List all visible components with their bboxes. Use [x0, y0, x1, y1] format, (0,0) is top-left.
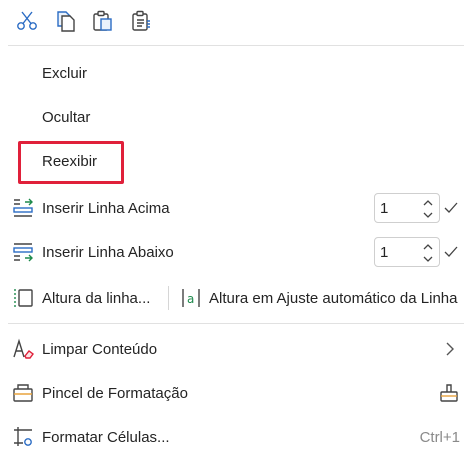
format-painter-icon — [10, 380, 36, 406]
menu-item-label: Ocultar — [42, 108, 91, 126]
menu-item-excluir[interactable]: Excluir — [0, 51, 472, 95]
format-painter-action-icon[interactable] — [436, 380, 462, 406]
copy-icon — [57, 11, 75, 32]
context-menu: Excluir Ocultar Reexibir Inserir Linha A… — [0, 0, 472, 459]
autofit-row-icon: a — [178, 285, 204, 311]
menu-item-label: Excluir — [42, 64, 88, 82]
rows-above-stepper[interactable]: 1 — [374, 193, 440, 223]
paste-icon — [93, 10, 112, 31]
menu-item-inserir-linha-abaixo[interactable]: Inserir Linha Abaixo 1 — [0, 230, 472, 274]
stepper-value: 1 — [380, 200, 389, 217]
stepper-arrows-icon[interactable] — [421, 196, 435, 222]
divider — [8, 45, 464, 46]
highlight-box — [18, 141, 124, 184]
autofit-row-button[interactable]: Altura em Ajuste automático da Linha — [209, 290, 457, 307]
row-height-button[interactable]: Altura da linha... — [42, 290, 150, 307]
stepper-value: 1 — [380, 244, 389, 261]
format-cells-icon — [10, 424, 36, 450]
cut-button[interactable] — [8, 6, 46, 36]
menu-item-label: Pincel de Formatação — [42, 384, 188, 402]
menu-item-ocultar[interactable]: Ocultar — [0, 95, 472, 139]
paste-special-icon — [132, 10, 150, 31]
insert-row-above-icon — [10, 195, 36, 221]
paste-button[interactable] — [84, 6, 122, 36]
row-height-icon — [10, 285, 36, 311]
row-height-group: Altura da linha... a Altura em Ajuste au… — [0, 276, 472, 320]
quick-toolbar — [8, 6, 160, 36]
divider — [8, 323, 464, 324]
shortcut-text: Ctrl+1 — [419, 428, 460, 446]
copy-button[interactable] — [46, 6, 84, 36]
divider — [168, 286, 169, 310]
rows-below-stepper[interactable]: 1 — [374, 237, 440, 267]
menu-item-label: Limpar Conteúdo — [42, 340, 158, 358]
paste-special-button[interactable] — [122, 6, 160, 36]
menu-item-label: Formatar Células... — [42, 428, 170, 446]
chevron-right-icon — [444, 342, 456, 356]
scissors-icon — [17, 11, 37, 30]
menu-item-inserir-linha-acima[interactable]: Inserir Linha Acima 1 — [0, 186, 472, 230]
stepper-arrows-icon[interactable] — [421, 240, 435, 266]
confirm-check-icon[interactable] — [443, 244, 459, 260]
menu-item-formatar-celulas[interactable]: Formatar Células... Ctrl+1 — [0, 415, 472, 459]
menu-item-pincel-formatacao[interactable]: Pincel de Formatação — [0, 371, 472, 415]
menu-item-label: Inserir Linha Abaixo — [42, 243, 174, 261]
svg-text:a: a — [187, 292, 194, 306]
insert-row-below-icon — [10, 239, 36, 265]
confirm-check-icon[interactable] — [443, 200, 459, 216]
menu-item-limpar-conteudo[interactable]: Limpar Conteúdo — [0, 327, 472, 371]
clear-contents-icon — [10, 336, 36, 362]
menu-item-label: Inserir Linha Acima — [42, 199, 170, 217]
